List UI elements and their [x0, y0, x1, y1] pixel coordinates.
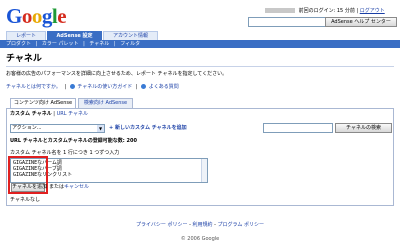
subnav-color-palette[interactable]: カラー パレット [42, 41, 79, 47]
tab-account-info[interactable]: アカウント情報 [103, 31, 158, 40]
channel-search-button[interactable]: チャネルの検索 [335, 123, 392, 133]
cancel-link[interactable]: キャンセル [64, 184, 89, 190]
help-center-button[interactable]: AdSense ヘルプ センター [325, 17, 397, 27]
guide-icon [69, 84, 75, 89]
textarea-scrollbar[interactable] [201, 159, 207, 182]
channel-limit-note: URL チャネルとカスタムチャネルの登録可能な数: 200 [10, 138, 137, 144]
footer-links: プライバシー ポリシー - 利用規約 - プログラム ポリシー [136, 222, 264, 228]
subnav-channels[interactable]: チャネル [89, 41, 109, 47]
no-channels-text: チャネルなし [10, 197, 40, 203]
last-login-text: 前回のログイン: 15 分前 [298, 8, 355, 14]
subnav-products[interactable]: プロダクト [6, 41, 31, 47]
tab-search-adsense[interactable]: 検索向け AdSense [78, 98, 133, 108]
add-custom-channel-link[interactable]: + 新しいカスタム チャネルを追加 [109, 125, 187, 132]
channel-guide-link[interactable]: チャネルの使い方ガイド [77, 84, 132, 90]
email-address-blurred [265, 8, 295, 13]
sub-nav: プロダクト | カラー パレット | チャネル | フィルタ [0, 40, 400, 48]
add-custom-channel-label: 新しいカスタム チャネルを追加 [114, 125, 187, 131]
action-select-value: アクション... [12, 125, 42, 131]
google-logo: Google [6, 4, 67, 28]
add-channel-button[interactable]: チャネルを追加 [11, 183, 47, 192]
tab-adsense-settings[interactable]: AdSense 設定 [47, 31, 102, 40]
or-text: または [49, 184, 65, 190]
copyright: © 2006 Google [180, 236, 220, 242]
page-title: チャネル [6, 54, 42, 64]
tab-content-adsense[interactable]: コンテンツ向け AdSense [10, 98, 76, 108]
account-bar: 前回のログイン: 15 分前 | ログアウト [265, 8, 385, 15]
url-channels-link[interactable]: URL チャネル [57, 111, 88, 117]
main-tabs: レポート AdSense 設定 アカウント情報 [0, 31, 400, 40]
page-description: お客様の広告のパフォーマンスを詳細に向上させるため、レポート チャネルを指定して… [6, 71, 228, 77]
plus-icon: + [109, 125, 114, 131]
channel-search-input[interactable] [263, 123, 333, 133]
subnav-separator: | [113, 41, 116, 47]
title-divider [6, 66, 394, 67]
program-policy-link[interactable]: プログラム ポリシー [218, 222, 264, 228]
faq-link[interactable]: よくある質問 [149, 84, 179, 90]
channel-type-switch: カスタム チャネル | URL チャネル [10, 111, 89, 117]
chevron-down-icon: ▼ [97, 125, 104, 132]
tab-reports[interactable]: レポート [6, 31, 46, 40]
terms-link[interactable]: 利用規約 [193, 222, 213, 228]
privacy-policy-link[interactable]: プライバシー ポリシー [136, 222, 188, 228]
logout-link[interactable]: ログアウト [360, 8, 385, 14]
cancel-row: またはキャンセル [49, 184, 89, 191]
subnav-filters[interactable]: フィルタ [120, 41, 140, 47]
what-are-channels-link[interactable]: チャネルとは何ですか。 [6, 84, 61, 90]
subnav-separator: | [35, 41, 38, 47]
help-links: チャネルとは何ですか。 | チャネルの使い方ガイド | よくある質問 [6, 84, 179, 90]
faq-icon [141, 84, 147, 89]
action-select[interactable]: アクション... ▼ [10, 124, 105, 133]
custom-channels-label: カスタム チャネル [10, 111, 52, 117]
subnav-separator: | [83, 41, 85, 47]
